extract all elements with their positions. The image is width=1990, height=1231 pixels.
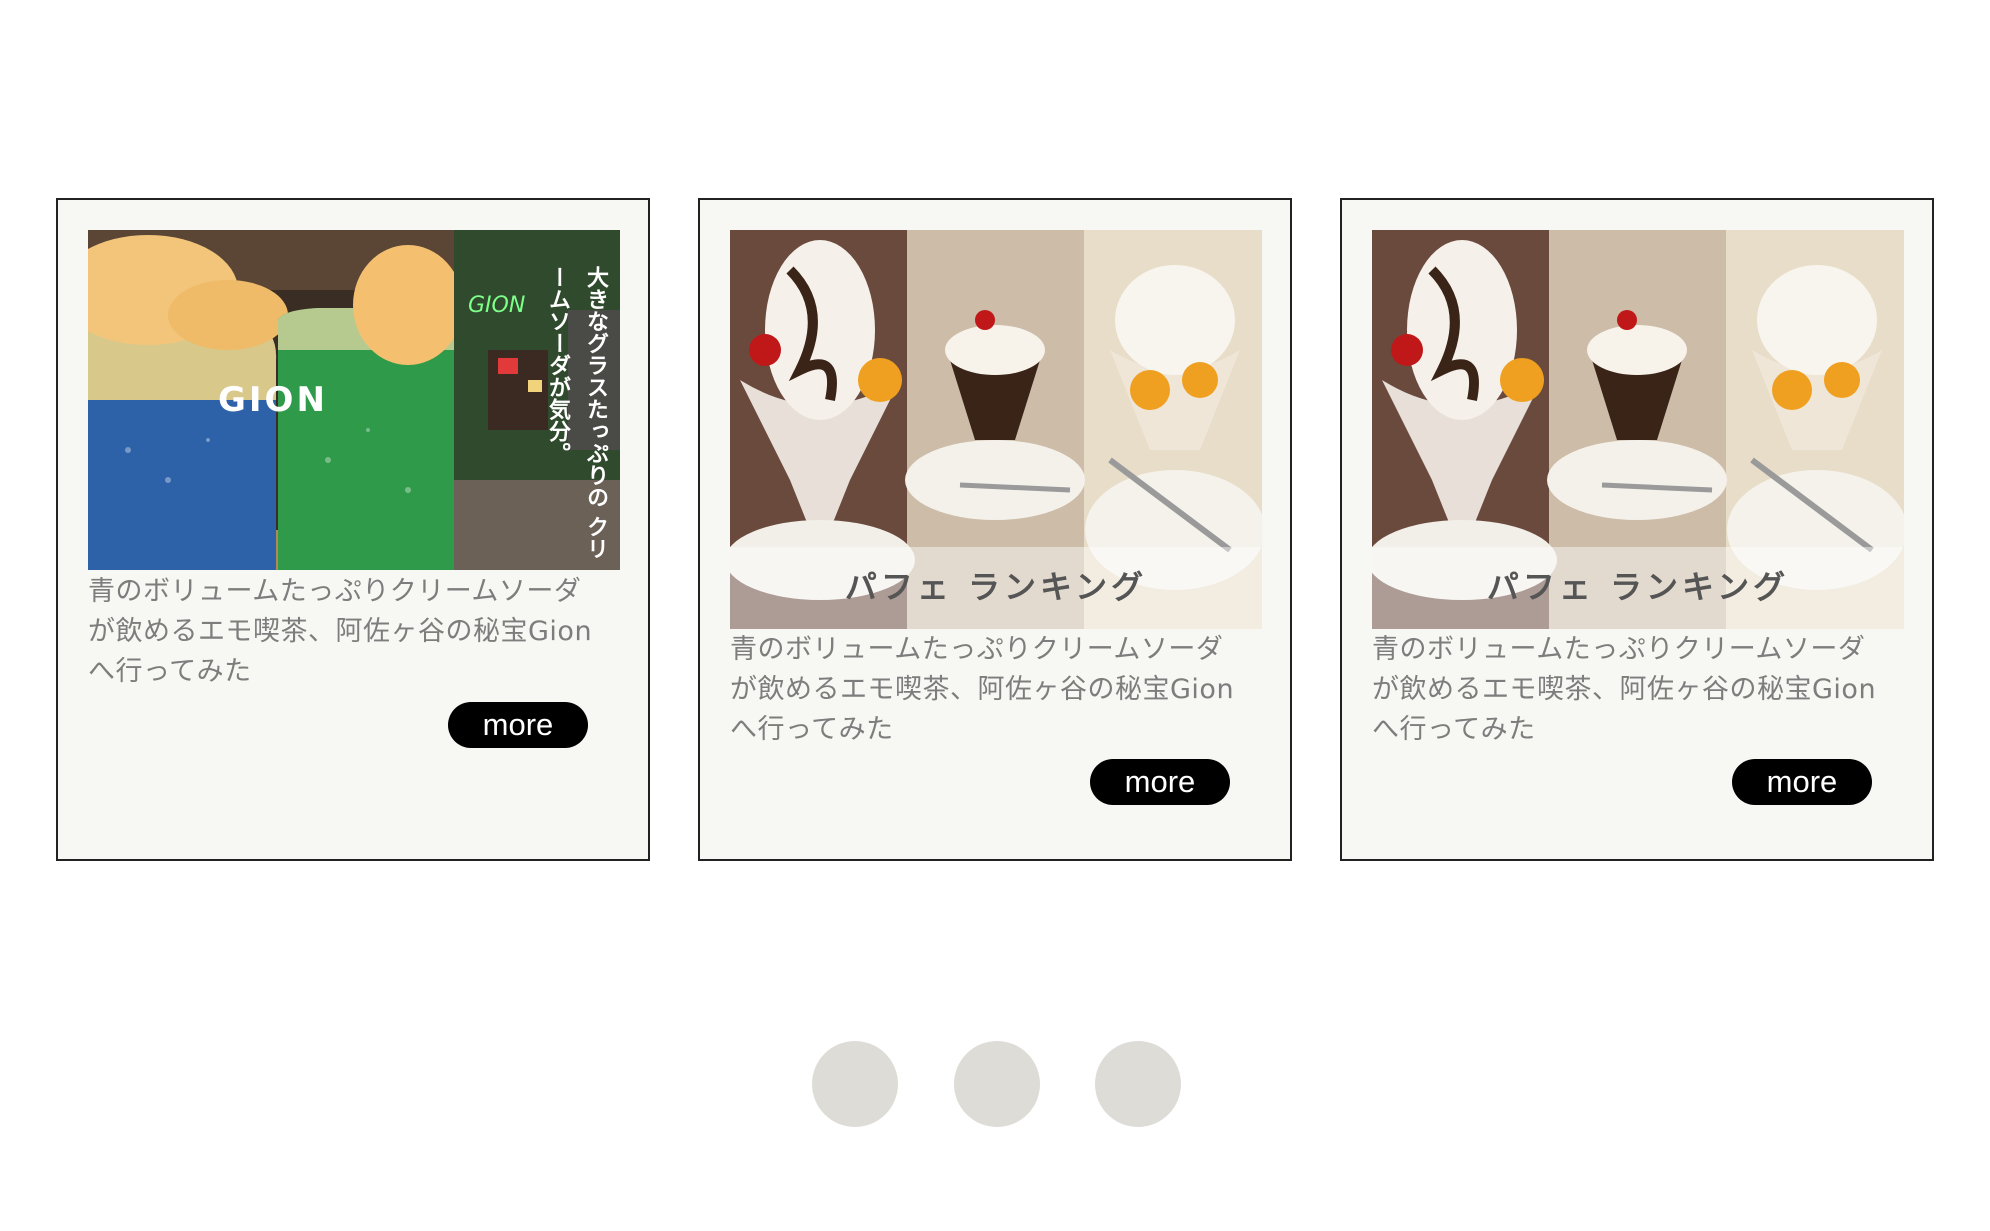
gion-sign-icon: GION — [468, 293, 525, 318]
carousel-pagination — [812, 1041, 1182, 1129]
parfait-ranking-banner: パフェ ランキング — [844, 568, 1148, 606]
pagination-dot-1[interactable] — [812, 1041, 898, 1127]
article-title[interactable]: 青のボリュームたっぷりクリームソーダが飲めるエモ喫茶、阿佐ヶ谷の秘宝Gionへ行… — [88, 572, 608, 692]
article-title[interactable]: 青のボリュームたっぷりクリームソーダが飲めるエモ喫茶、阿佐ヶ谷の秘宝Gionへ行… — [730, 630, 1250, 750]
carousel: GION GION 大きなグラスたっぷりの クリームソーダが気分。 青のボリュー… — [0, 0, 1990, 1231]
card-thumbnail-cream-soda[interactable]: GION GION 大きなグラスたっぷりの クリームソーダが気分。 — [88, 230, 620, 570]
gion-title: GION — [218, 380, 328, 420]
article-card[interactable]: パフェ ランキング 青のボリュームたっぷりクリームソーダが飲めるエモ喫茶、阿佐ヶ… — [1340, 198, 1934, 861]
card-thumbnail-parfait[interactable]: パフェ ランキング — [1372, 230, 1904, 629]
parfait-ranking-banner: パフェ ランキング — [1486, 568, 1790, 606]
article-card[interactable]: GION GION 大きなグラスたっぷりの クリームソーダが気分。 青のボリュー… — [56, 198, 650, 861]
pagination-dot-3[interactable] — [1095, 1041, 1181, 1127]
vertical-caption: 大きなグラスたっぷりの クリームソーダが気分。 — [545, 266, 608, 560]
more-button[interactable]: more — [1732, 759, 1872, 805]
card-thumbnail-parfait[interactable]: パフェ ランキング — [730, 230, 1262, 629]
article-card[interactable]: パフェ ランキング 青のボリュームたっぷりクリームソーダが飲めるエモ喫茶、阿佐ヶ… — [698, 198, 1292, 861]
more-button[interactable]: more — [1090, 759, 1230, 805]
more-button[interactable]: more — [448, 702, 588, 748]
pagination-dot-2[interactable] — [954, 1041, 1040, 1127]
article-title[interactable]: 青のボリュームたっぷりクリームソーダが飲めるエモ喫茶、阿佐ヶ谷の秘宝Gionへ行… — [1372, 630, 1892, 750]
